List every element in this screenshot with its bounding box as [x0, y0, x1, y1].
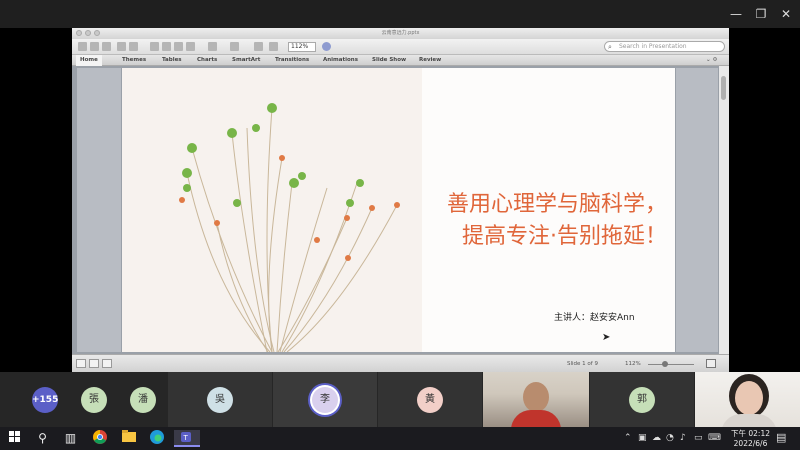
status-bar: Slide 1 of 9 112%: [72, 354, 729, 372]
powerpoint-window: 云南意远力.pptx 112% ⌕ Search in Presentation…: [72, 28, 729, 372]
ribbon-tabs: Home Themes Tables Charts SmartArt Trans…: [72, 55, 729, 66]
chrome-icon[interactable]: [91, 430, 108, 447]
more-participants-count[interactable]: +155: [32, 387, 58, 413]
notification-center-icon[interactable]: ▤: [776, 431, 786, 444]
zoom-slider-knob[interactable]: [662, 361, 668, 367]
participant-avatar-5: 黃: [417, 387, 443, 413]
participant-avatar-2[interactable]: 潘: [130, 387, 156, 413]
scrollbar-thumb[interactable]: [721, 76, 726, 100]
zoom-slider[interactable]: [648, 361, 694, 367]
close-button[interactable]: ✕: [772, 4, 800, 24]
participant-video-tile[interactable]: [483, 372, 589, 427]
participant-avatar-1[interactable]: 張: [81, 387, 107, 413]
participant-face: [523, 382, 549, 412]
self-face: [735, 381, 763, 415]
fit-to-window-icon[interactable]: [706, 359, 716, 368]
help-icon[interactable]: [322, 42, 331, 51]
toolbox-icon[interactable]: [269, 42, 278, 51]
self-video-tile[interactable]: [695, 372, 800, 427]
standard-toolbar: 112% ⌕ Search in Presentation: [72, 39, 729, 55]
right-pasteboard: [676, 68, 718, 352]
taskbar-clock[interactable]: 下午 02:12 2022/6/6: [731, 429, 770, 449]
minimize-dot-icon[interactable]: [85, 30, 91, 36]
ppt-window-title: 云南意远力.pptx: [72, 28, 729, 39]
redo-icon[interactable]: [230, 42, 239, 51]
file-explorer-icon[interactable]: [120, 430, 137, 447]
language-icon[interactable]: ⌨: [708, 433, 721, 443]
speaker-name: 主讲人：赵安安Ann: [554, 313, 635, 323]
tab-tables[interactable]: Tables: [162, 55, 182, 66]
close-dot-icon[interactable]: [76, 30, 82, 36]
windows-taskbar: ⚲ ▥ T ⌃ ▣ ☁ ◔ ♪ ▭ ⌨ 下午 02:12 2022/6/6 ▤: [0, 427, 800, 450]
battery-icon[interactable]: ▭: [694, 433, 703, 443]
participant-tile-speaking[interactable]: 李: [273, 372, 377, 427]
screen: — ❐ ✕ 云南意远力.pptx 112% ⌕ Search in Presen…: [0, 0, 800, 450]
participant-avatar-4: 李: [312, 387, 338, 413]
tab-review[interactable]: Review: [419, 55, 441, 66]
meet-now-icon[interactable]: ▣: [638, 433, 647, 443]
teams-title-bar: — ❐ ✕: [0, 0, 800, 28]
search-icon: ⌕: [608, 43, 612, 51]
paste-icon[interactable]: [174, 42, 183, 51]
tab-slide-show[interactable]: Slide Show: [372, 55, 406, 66]
participant-tile[interactable]: 吳: [168, 372, 272, 427]
teams-icon[interactable]: T: [174, 430, 200, 447]
tab-animations[interactable]: Animations: [323, 55, 358, 66]
ribbon-collapse-icon[interactable]: ⌄ ⚙: [706, 55, 717, 66]
maximize-button[interactable]: ❐: [747, 4, 775, 24]
print-icon[interactable]: [129, 42, 138, 51]
participant-tile[interactable]: 郭: [590, 372, 694, 427]
tab-transitions[interactable]: Transitions: [275, 55, 309, 66]
new-icon[interactable]: [78, 42, 87, 51]
copy-icon[interactable]: [162, 42, 171, 51]
shared-screen: 云南意远力.pptx 112% ⌕ Search in Presentation…: [0, 28, 800, 372]
onedrive-icon[interactable]: ☁: [652, 433, 661, 443]
tab-home[interactable]: Home: [76, 55, 102, 66]
task-view-icon[interactable]: ▥: [62, 430, 79, 447]
tab-smartart[interactable]: SmartArt: [232, 55, 260, 66]
participant-avatar-6: 郭: [629, 387, 655, 413]
slide-layout-icon[interactable]: [254, 42, 263, 51]
network-icon[interactable]: ◔: [666, 433, 674, 443]
slide[interactable]: 善用心理学与脑科学， 提高专注·告别拖延！ 主讲人：赵安安Ann ➤: [122, 68, 675, 352]
left-pasteboard: [77, 68, 121, 352]
slide-number: Slide 1 of 9: [567, 361, 598, 367]
slide-title-line-2: 提高专注·告别拖延！: [462, 224, 667, 249]
zoom-percent: 112%: [625, 361, 641, 367]
participant-avatar-3: 吳: [207, 387, 233, 413]
slide-show-view-icon[interactable]: [102, 359, 112, 368]
normal-view-icon[interactable]: [76, 359, 86, 368]
save-icon[interactable]: [117, 42, 126, 51]
edge-icon[interactable]: [148, 430, 165, 447]
windows-start-icon[interactable]: [6, 430, 23, 447]
search-placeholder: Search in Presentation: [619, 43, 687, 50]
open-icon[interactable]: [102, 42, 111, 51]
clock-time: 下午 02:12: [731, 429, 770, 438]
templates-icon[interactable]: [90, 42, 99, 51]
cut-icon[interactable]: [150, 42, 159, 51]
tab-charts[interactable]: Charts: [197, 55, 217, 66]
undo-icon[interactable]: [208, 42, 217, 51]
clock-date: 2022/6/6: [733, 439, 768, 448]
vertical-scrollbar[interactable]: [719, 66, 729, 354]
zoom-dot-icon[interactable]: [94, 30, 100, 36]
participant-tile-group: +155 張 潘: [0, 372, 167, 427]
search-input[interactable]: ⌕ Search in Presentation: [604, 41, 725, 52]
speaker-icon[interactable]: ♪: [680, 433, 686, 443]
slide-title-line-1: 善用心理学与脑科学，: [446, 192, 667, 217]
slide-canvas: 善用心理学与脑科学， 提高专注·告别拖延！ 主讲人：赵安安Ann ➤: [72, 66, 729, 354]
mouse-cursor-icon: ➤: [602, 332, 611, 343]
participant-tile[interactable]: 黃: [378, 372, 482, 427]
zoom-select[interactable]: 112%: [288, 42, 316, 52]
tray-expand-icon[interactable]: ⌃: [624, 433, 632, 443]
svg-text:T: T: [183, 434, 189, 442]
format-icon[interactable]: [186, 42, 195, 51]
participant-gallery: +155 張 潘 吳 李 黃 郭: [0, 372, 800, 427]
tab-themes[interactable]: Themes: [122, 55, 146, 66]
minimize-button[interactable]: —: [722, 4, 750, 24]
search-icon[interactable]: ⚲: [34, 430, 51, 447]
slide-sorter-view-icon[interactable]: [89, 359, 99, 368]
